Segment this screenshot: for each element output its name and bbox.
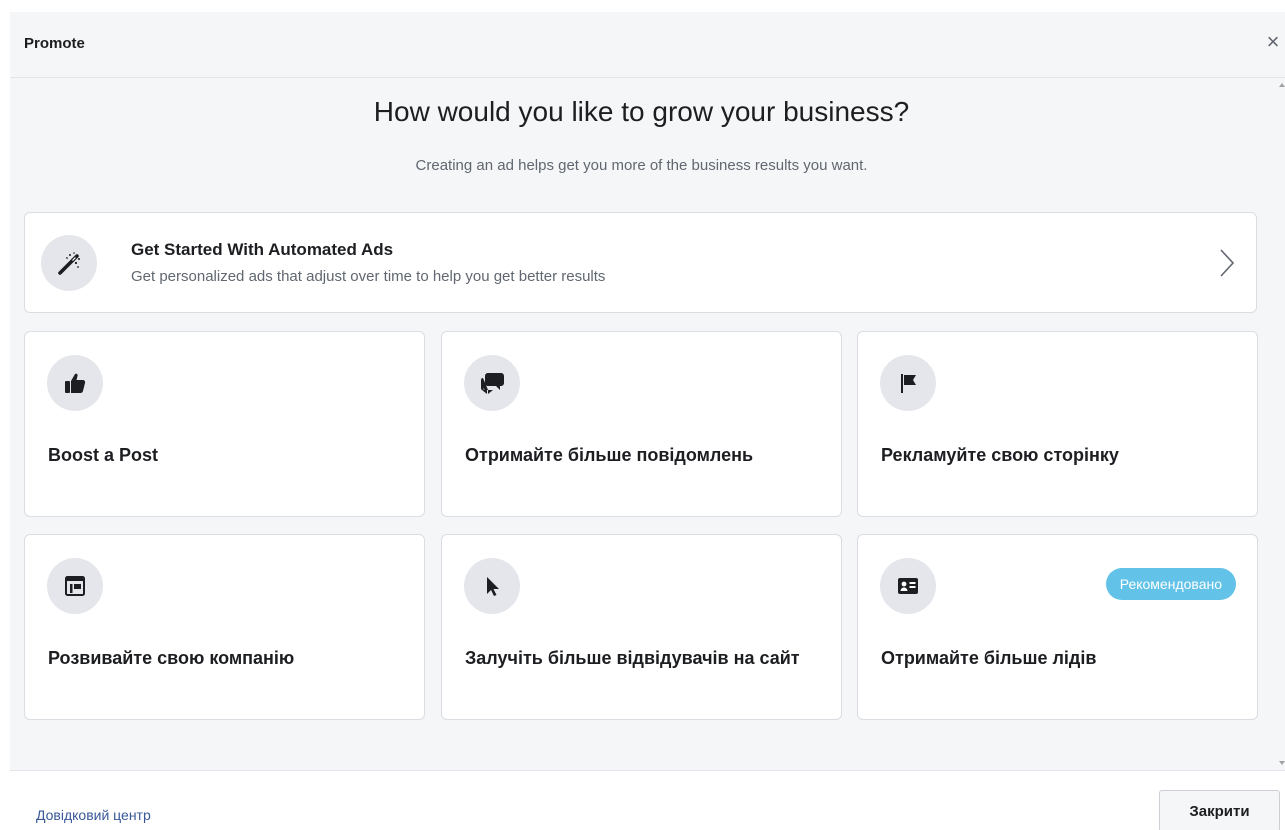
option-card-boost-post[interactable]: Boost a Post xyxy=(24,331,425,517)
option-label: Отримайте більше повідомлень xyxy=(465,445,754,465)
option-card-grow-business[interactable]: Розвивайте свою компанію xyxy=(24,534,425,720)
close-button[interactable]: Закрити xyxy=(1159,790,1280,830)
scroll-down-arrow-icon[interactable] xyxy=(1279,760,1285,766)
automated-ads-title: Get Started With Automated Ads xyxy=(131,240,394,259)
chevron-right-icon xyxy=(1220,249,1235,277)
option-label: Рекламуйте свою сторінку xyxy=(881,445,1119,465)
scroll-up-arrow-icon[interactable] xyxy=(1279,82,1285,88)
option-card-more-leads[interactable]: Рекомендовано Отримайте більше лідів xyxy=(857,534,1258,720)
automated-ads-card[interactable]: Get Started With Automated Ads Get perso… xyxy=(24,212,1257,313)
help-center-link[interactable]: Довідковий центр xyxy=(36,807,151,823)
close-icon[interactable]: × xyxy=(1263,31,1283,53)
dialog-title: Promote xyxy=(24,35,85,52)
automated-ads-description: Get personalized ads that adjust over ti… xyxy=(131,268,606,285)
dialog-footer: Довідковий центр Закрити xyxy=(10,770,1285,830)
flag-icon xyxy=(880,355,936,411)
promote-dialog: Promote × How would you like to grow you… xyxy=(0,0,1285,830)
chat-bubbles-icon xyxy=(464,355,520,411)
option-card-website-visitors[interactable]: Залучіть більше відвідувачів на сайт xyxy=(441,534,842,720)
dialog-body: How would you like to grow your business… xyxy=(10,78,1285,770)
page-subheading: Creating an ad helps get you more of the… xyxy=(415,157,868,174)
contact-card-icon xyxy=(880,558,936,614)
dialog-header: Promote × xyxy=(10,12,1285,78)
option-card-more-messages[interactable]: Отримайте більше повідомлень xyxy=(441,331,842,517)
option-card-promote-page[interactable]: Рекламуйте свою сторінку xyxy=(857,331,1258,517)
recommended-badge: Рекомендовано xyxy=(1105,568,1236,600)
thumbs-up-icon xyxy=(47,355,103,411)
option-label: Boost a Post xyxy=(48,445,159,465)
option-label: Отримайте більше лідів xyxy=(881,648,1097,668)
storefront-icon xyxy=(47,558,103,614)
magic-wand-icon xyxy=(41,235,97,291)
cursor-icon xyxy=(464,558,520,614)
option-label: Залучіть більше відвідувачів на сайт xyxy=(465,648,800,668)
option-label: Розвивайте свою компанію xyxy=(48,648,295,668)
page-heading: How would you like to grow your business… xyxy=(373,96,910,127)
